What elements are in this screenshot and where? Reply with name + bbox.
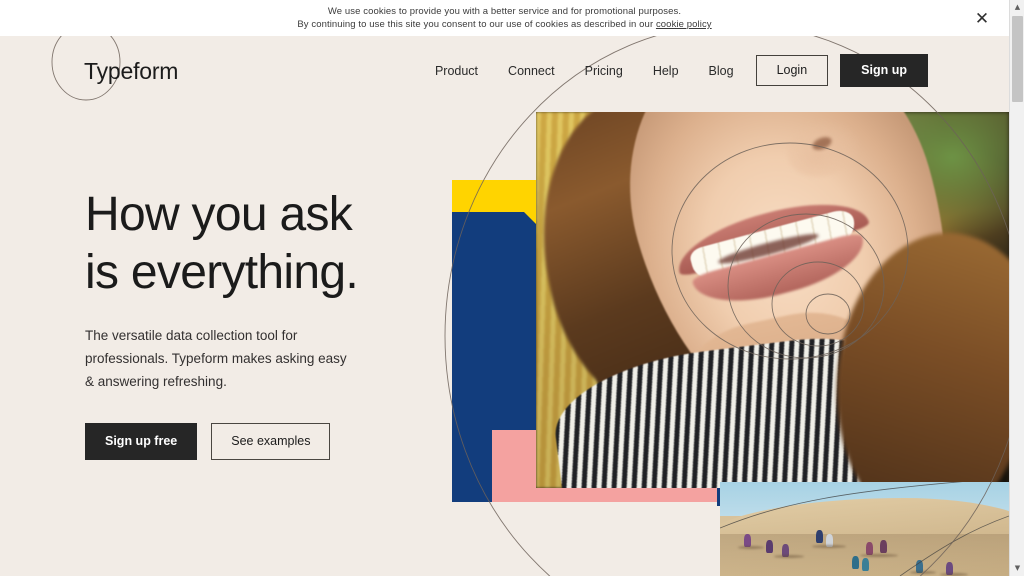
- hero-collage: [452, 112, 1009, 576]
- desert-wire-line: [720, 482, 1009, 576]
- cookie-line-2-prefix: By continuing to use this site you conse…: [297, 19, 656, 30]
- browser-viewport: How you ask is everything. The versatile…: [0, 0, 1024, 576]
- nav-item-help[interactable]: Help: [653, 64, 679, 78]
- desert-photo: [720, 482, 1009, 576]
- signup-button[interactable]: Sign up: [840, 54, 928, 87]
- nav-item-product[interactable]: Product: [435, 64, 478, 78]
- hero-subheadline: The versatile data collection tool for p…: [85, 328, 347, 389]
- web-page: How you ask is everything. The versatile…: [0, 0, 1009, 576]
- close-icon[interactable]: ✕: [971, 8, 993, 30]
- cookie-banner-text: We use cookies to provide you with a bet…: [0, 5, 1009, 31]
- page-title: How you ask is everything.: [85, 186, 465, 302]
- nav-item-connect[interactable]: Connect: [508, 64, 555, 78]
- cookie-line-1: We use cookies to provide you with a bet…: [327, 6, 682, 17]
- cookie-line-2: By continuing to use this site you conse…: [0, 18, 1009, 31]
- nav-item-blog[interactable]: Blog: [709, 64, 734, 78]
- scrollbar-thumb[interactable]: [1012, 16, 1023, 102]
- headline-line-1: How you ask: [85, 188, 353, 241]
- hero-copy: How you ask is everything. The versatile…: [85, 186, 465, 460]
- site-header: Typeform Product Connect Pricing Help Bl…: [0, 36, 1009, 112]
- vertical-scrollbar[interactable]: ▲ ▼: [1009, 0, 1024, 576]
- cookie-policy-link[interactable]: cookie policy: [656, 19, 712, 30]
- cookie-banner: We use cookies to provide you with a bet…: [0, 0, 1009, 36]
- signup-free-button[interactable]: Sign up free: [85, 423, 198, 460]
- scrollbar-up-arrow-icon[interactable]: ▲: [1010, 0, 1024, 15]
- see-examples-button[interactable]: See examples: [211, 423, 331, 460]
- primary-navigation: Product Connect Pricing Help Blog Login …: [435, 54, 928, 87]
- scrollbar-down-arrow-icon[interactable]: ▼: [1010, 561, 1024, 576]
- portrait-photo-smiling-woman: [536, 112, 1009, 488]
- headline-line-2: is everything.: [85, 246, 359, 299]
- nav-item-pricing[interactable]: Pricing: [585, 64, 623, 78]
- hero-cta-row: Sign up free See examples: [85, 423, 465, 460]
- site-logo[interactable]: Typeform: [84, 58, 178, 85]
- login-button[interactable]: Login: [755, 55, 829, 86]
